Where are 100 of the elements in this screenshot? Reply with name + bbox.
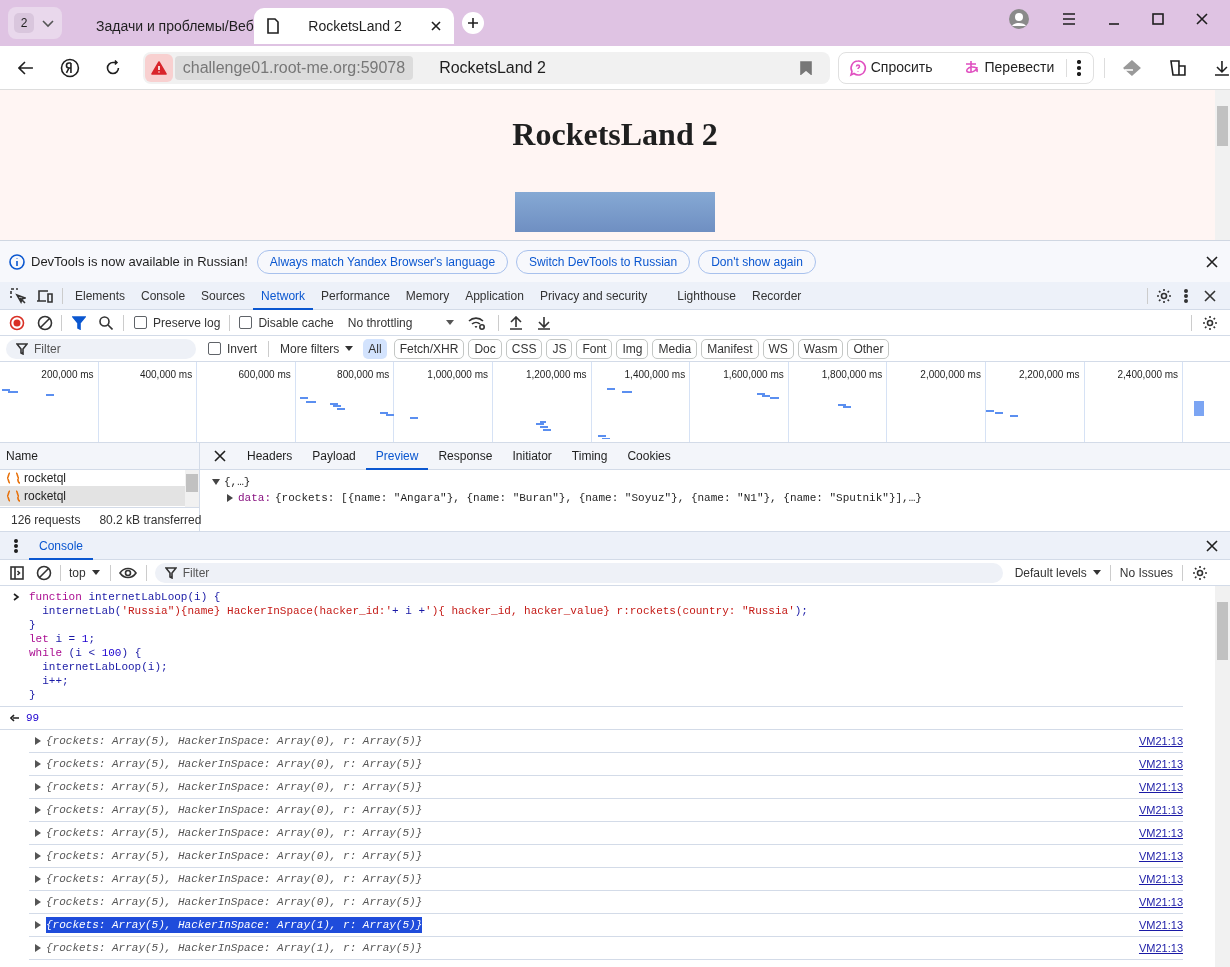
type-filter-chip[interactable]: Manifest <box>701 338 759 359</box>
back-arrow-icon[interactable] <box>18 60 34 75</box>
request-row[interactable]: rocketql <box>0 486 185 506</box>
collapsed-triangle-icon[interactable] <box>35 898 41 906</box>
settings-icon[interactable] <box>1156 287 1172 304</box>
type-filter-chip[interactable]: Doc <box>468 338 502 359</box>
log-object[interactable]: {rockets: Array(5), HackerInSpace: Array(0), r: Array(5)} <box>46 824 423 842</box>
collapsed-triangle-icon[interactable] <box>35 852 41 860</box>
inspect-element-icon[interactable] <box>10 287 26 304</box>
extensions-icon[interactable] <box>1169 57 1188 78</box>
collapsed-triangle-icon[interactable] <box>35 806 41 814</box>
sidebar-icon[interactable] <box>10 565 24 580</box>
issues-count[interactable]: No Issues <box>1119 563 1174 582</box>
collapsed-triangle-icon[interactable] <box>35 944 41 952</box>
type-filter-chip[interactable]: Img <box>616 338 649 359</box>
wifi-settings-icon[interactable] <box>468 315 487 330</box>
devtools-tab[interactable]: Sources <box>193 281 254 310</box>
devtools-tab[interactable]: Application <box>457 281 532 310</box>
yandex-logo-icon[interactable] <box>59 57 80 78</box>
reload-icon[interactable] <box>104 59 121 76</box>
more-filters-dropdown[interactable]: More filters <box>280 339 354 358</box>
details-tab[interactable]: Payload <box>302 442 366 470</box>
details-tab[interactable]: Preview <box>365 442 429 470</box>
eye-icon[interactable] <box>118 566 137 579</box>
profile-icon[interactable] <box>1008 8 1030 30</box>
source-link[interactable]: VM21:13 <box>1138 778 1183 796</box>
browser-tab[interactable]: RocketsLand 2 <box>254 8 454 44</box>
download-icon[interactable] <box>1214 59 1230 76</box>
type-filter-chip[interactable]: JS <box>546 338 573 359</box>
collapsed-triangle-icon[interactable] <box>35 783 41 791</box>
close-icon[interactable] <box>1206 539 1218 552</box>
close-icon[interactable] <box>430 20 442 32</box>
devtools-tab[interactable]: Performance <box>313 281 398 310</box>
details-tab[interactable]: Cookies <box>617 442 681 470</box>
ask-button[interactable]: Спросить <box>844 57 937 78</box>
details-tab[interactable]: Headers <box>237 442 303 470</box>
details-tab[interactable]: Initiator <box>502 442 562 470</box>
download-icon[interactable] <box>537 315 552 330</box>
filter-field[interactable]: Filter <box>6 338 196 359</box>
console-filter-field[interactable]: Filter <box>154 562 1003 583</box>
collapsed-triangle-icon[interactable] <box>35 875 41 883</box>
type-filter-chip[interactable]: Font <box>576 338 613 359</box>
source-link[interactable]: VM21:13 <box>1138 870 1183 888</box>
clear-icon[interactable] <box>36 564 52 581</box>
log-object[interactable]: {rockets: Array(5), HackerInSpace: Array(0), r: Array(5)} <box>46 847 423 865</box>
checkbox[interactable] <box>134 316 147 329</box>
type-filter-chip[interactable]: Media <box>652 338 698 359</box>
devtools-tab[interactable]: Memory <box>397 281 458 310</box>
checkbox[interactable] <box>208 342 221 355</box>
close-icon[interactable] <box>214 450 226 462</box>
log-object[interactable]: {rockets: Array(5), HackerInSpace: Array(0), r: Array(5)} <box>46 778 423 796</box>
menu-icon[interactable] <box>1062 13 1076 25</box>
details-tab[interactable]: Timing <box>561 442 618 470</box>
collapsed-triangle-icon[interactable] <box>226 494 234 502</box>
log-object[interactable]: {rockets: Array(5), HackerInSpace: Array(0), r: Array(5)} <box>46 755 423 773</box>
source-link[interactable]: VM21:13 <box>1138 916 1183 934</box>
log-object[interactable]: {rockets: Array(5), HackerInSpace: Array(0), r: Array(5)} <box>46 893 423 911</box>
filter-icon[interactable] <box>72 315 86 330</box>
browser-tab[interactable]: Задачи и проблемы/Веб <box>74 8 254 44</box>
type-filter-chip[interactable]: Wasm <box>797 338 844 359</box>
close-icon[interactable] <box>1196 13 1208 25</box>
log-object[interactable]: {rockets: Array(5), HackerInSpace: Array(0), r: Array(5)} <box>46 732 423 750</box>
source-link[interactable]: VM21:13 <box>1138 824 1183 842</box>
collapsed-triangle-icon[interactable] <box>35 737 41 745</box>
more-icon[interactable] <box>14 538 18 553</box>
details-tab[interactable]: Response <box>428 442 503 470</box>
translate-button[interactable]: Перевести <box>958 57 1059 78</box>
source-link[interactable]: VM21:13 <box>1138 939 1183 957</box>
settings-icon[interactable] <box>1192 564 1209 581</box>
context-dropdown[interactable]: top <box>69 563 100 582</box>
type-filter-chip[interactable]: CSS <box>505 338 543 359</box>
devtools-tab[interactable]: Recorder <box>743 281 810 310</box>
source-link[interactable]: VM21:13 <box>1138 893 1183 911</box>
expanded-triangle-icon[interactable] <box>212 478 220 486</box>
log-object[interactable]: {rockets: Array(5), HackerInSpace: Array(0), r: Array(5)} <box>46 801 423 819</box>
devtools-tab[interactable]: Console <box>133 281 194 310</box>
type-filter-chip[interactable]: All <box>363 338 387 359</box>
plus-icon[interactable] <box>467 17 479 29</box>
settings-icon[interactable] <box>1202 314 1218 331</box>
source-link[interactable]: VM21:13 <box>1138 755 1183 773</box>
more-icon[interactable] <box>1077 59 1082 76</box>
log-object[interactable]: {rockets: Array(5), HackerInSpace: Array(0), r: Array(5)} <box>46 870 423 888</box>
bookmark-icon[interactable] <box>799 60 812 75</box>
source-link[interactable]: VM21:13 <box>1138 732 1183 750</box>
type-filter-chip[interactable]: Other <box>847 338 890 359</box>
column-header[interactable]: Name <box>6 447 38 465</box>
more-icon[interactable] <box>1184 288 1188 303</box>
collapsed-triangle-icon[interactable] <box>35 921 41 929</box>
type-filter-chip[interactable]: Fetch/XHR <box>393 338 465 359</box>
device-toolbar-icon[interactable] <box>36 288 54 303</box>
collapsed-triangle-icon[interactable] <box>35 760 41 768</box>
type-filter-chip[interactable]: WS <box>762 338 794 359</box>
maximize-icon[interactable] <box>1152 13 1164 25</box>
devtools-tab[interactable]: Lighthouse <box>669 281 744 310</box>
source-link[interactable]: VM21:13 <box>1138 801 1183 819</box>
log-object[interactable]: {rockets: Array(5), HackerInSpace: Array(1), r: Array(5)} <box>46 939 423 957</box>
collapsed-triangle-icon[interactable] <box>35 829 41 837</box>
log-levels-dropdown[interactable]: Default levels <box>1014 563 1101 582</box>
tab-count[interactable]: 2 <box>14 13 34 33</box>
address-bar[interactable]: challenge01.root-me.org:59078 RocketsLand 2 <box>142 51 830 84</box>
